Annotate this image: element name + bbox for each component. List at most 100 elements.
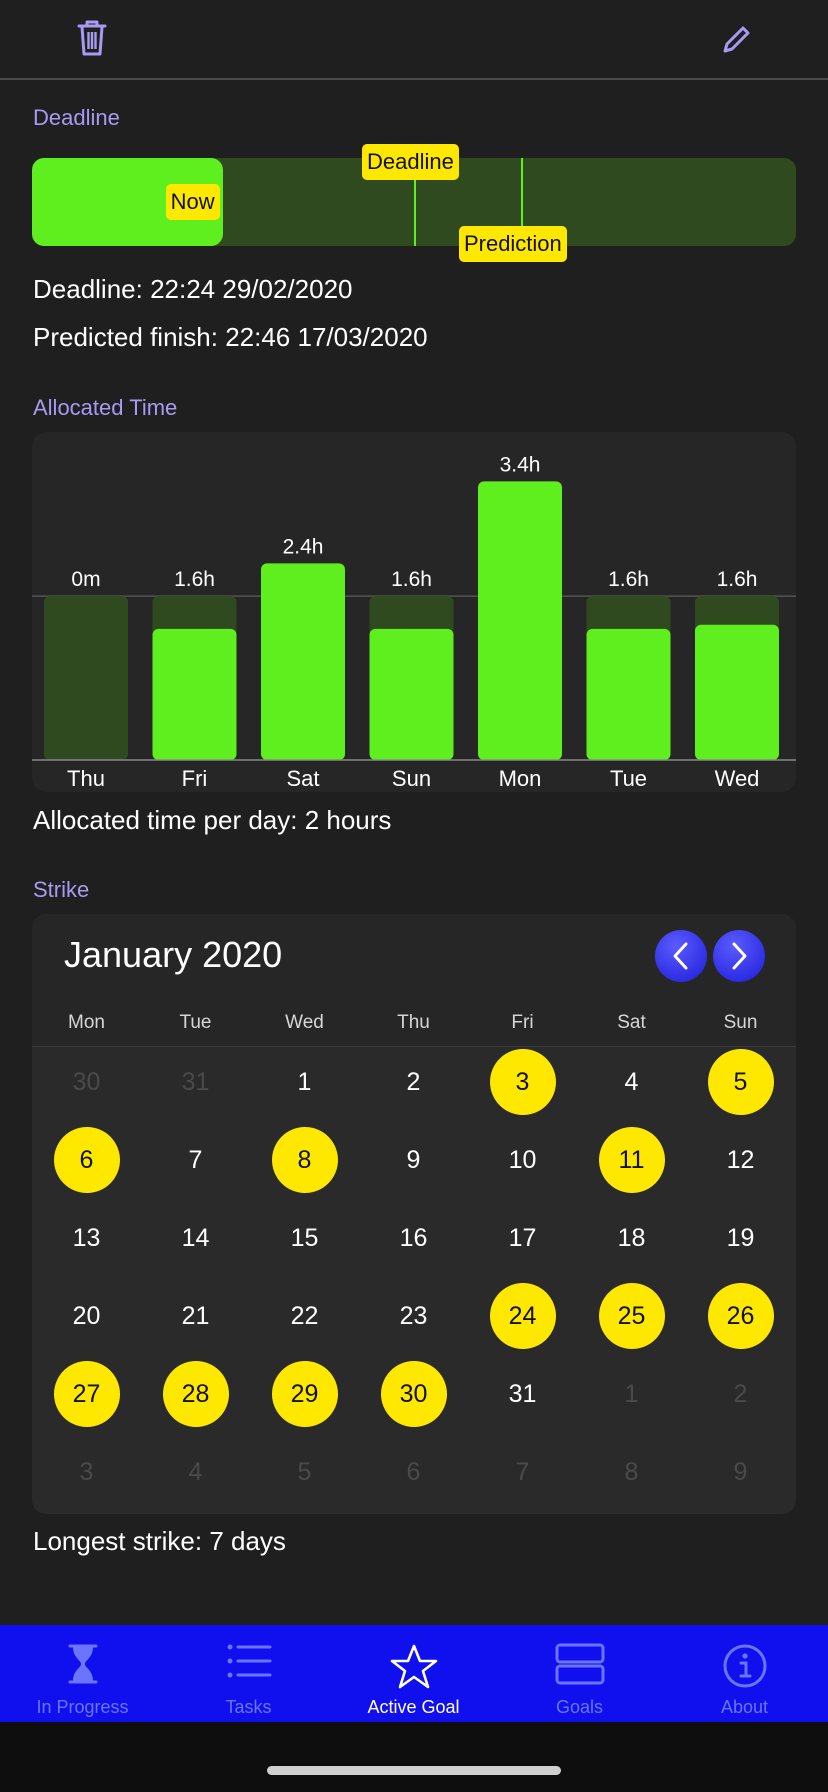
calendar-day[interactable]: 30: [54, 1049, 120, 1115]
tab-in-progress[interactable]: In Progress: [0, 1625, 165, 1722]
calendar-day-strike[interactable]: 29: [271, 1361, 338, 1427]
tab-active-goal[interactable]: Active Goal: [331, 1625, 496, 1722]
longest-strike-text: Longest strike: 7 days: [33, 1526, 286, 1556]
bar: [152, 628, 237, 760]
calendar-day-strike[interactable]: 26: [707, 1283, 774, 1349]
star-icon: [390, 1644, 437, 1689]
bar-value-label: 2.4h: [283, 535, 324, 558]
bar: [586, 628, 671, 760]
calendar-day-strike[interactable]: 11: [598, 1127, 665, 1193]
tab-label: Goals: [555, 1697, 604, 1717]
calendar-day[interactable]: 18: [599, 1205, 665, 1271]
tab-label: In Progress: [36, 1697, 129, 1717]
calendar-day-strike[interactable]: 5: [707, 1049, 774, 1115]
bar: [261, 563, 345, 760]
bar-value-label: 3.4h: [500, 453, 541, 476]
calendar-day[interactable]: 13: [54, 1205, 120, 1271]
calendar-day[interactable]: 8: [599, 1439, 665, 1505]
deadline-section-title: Deadline: [33, 105, 120, 130]
calendar-day[interactable]: 9: [708, 1439, 774, 1505]
calendar-day[interactable]: 21: [163, 1283, 229, 1349]
calendar-day[interactable]: 1: [272, 1049, 338, 1115]
next-month-button[interactable]: [713, 930, 765, 982]
calendar-day[interactable]: 20: [54, 1283, 120, 1349]
deadline-tag: Deadline: [362, 144, 459, 180]
bar-value-label: 1.6h: [717, 568, 758, 591]
bar-value-label: 1.6h: [174, 568, 215, 591]
strike-section-title: Strike: [33, 877, 90, 902]
calendar-day-strike[interactable]: 24: [489, 1283, 556, 1349]
calendar-day[interactable]: 1: [599, 1361, 665, 1427]
previous-month-button[interactable]: [655, 930, 707, 982]
calendar-day-strike[interactable]: 8: [271, 1127, 338, 1193]
bar-category-label: Thu: [67, 766, 105, 791]
pencil-icon: [723, 26, 750, 53]
calendar-day-strike[interactable]: 28: [162, 1361, 229, 1427]
predicted-finish-text: Predicted finish: 22:46 17/03/2020: [33, 322, 428, 352]
bottom-safe-area: [0, 1722, 828, 1792]
weekday-label: Mon: [68, 1012, 105, 1033]
calendar-day-strike[interactable]: 3: [489, 1049, 556, 1115]
top-bar: [0, 0, 828, 80]
calendar-day-strike[interactable]: 30: [380, 1361, 447, 1427]
bar-chart-svg: 0m Thu 1.6h Fri 2.4h Sat 1.6h Sun 3.4h Mon 1.6h Tue…: [32, 453, 796, 791]
calendar-day-strike[interactable]: 6: [53, 1127, 120, 1193]
weekday-label: Sun: [723, 1012, 758, 1033]
tab-goals[interactable]: Goals: [497, 1625, 662, 1722]
calendar-day[interactable]: 7: [163, 1127, 229, 1193]
calendar-day[interactable]: 7: [490, 1439, 556, 1505]
calendar-day[interactable]: 3: [54, 1439, 120, 1505]
calendar-day[interactable]: 31: [490, 1361, 556, 1427]
calendar-day[interactable]: 4: [599, 1049, 665, 1115]
bar-target-background: [44, 596, 128, 760]
bar-category-label: Fri: [182, 766, 208, 791]
weekday-label: Wed: [285, 1012, 324, 1033]
bar-category-label: Mon: [499, 766, 542, 791]
calendar-day[interactable]: 17: [490, 1205, 556, 1271]
calendar-month-label: January 2020: [64, 934, 283, 975]
bar-value-label: 1.6h: [391, 568, 432, 591]
weekday-label: Sat: [617, 1012, 646, 1033]
tab-label: Active Goal: [367, 1697, 460, 1717]
list-icon: [227, 1644, 271, 1678]
bar: [695, 624, 779, 760]
stack-icon: [555, 1643, 604, 1685]
allocated-summary: Allocated time per day: 2 hours: [33, 805, 392, 835]
weekday-label: Tue: [179, 1012, 212, 1033]
tab-tasks[interactable]: Tasks: [166, 1625, 331, 1722]
delete-button[interactable]: [72, 16, 112, 60]
calendar-day-strike[interactable]: 27: [53, 1361, 120, 1427]
bar-value-label: 1.6h: [608, 568, 649, 591]
bar-value-label: 0m: [71, 568, 100, 591]
tab-label: About: [720, 1697, 769, 1717]
calendar-day[interactable]: 9: [381, 1127, 447, 1193]
hourglass-icon: [68, 1644, 97, 1684]
calendar-day[interactable]: 19: [708, 1205, 774, 1271]
calendar-day[interactable]: 2: [708, 1361, 774, 1427]
calendar-header: January 2020: [32, 914, 796, 1000]
calendar-day[interactable]: 23: [381, 1283, 447, 1349]
calendar-day[interactable]: 16: [381, 1205, 447, 1271]
bar-category-label: Sun: [392, 766, 431, 791]
calendar-day[interactable]: 14: [163, 1205, 229, 1271]
edit-button[interactable]: [716, 20, 756, 60]
calendar-day[interactable]: 15: [272, 1205, 338, 1271]
tab-about[interactable]: About: [662, 1625, 827, 1722]
tab-bar: In Progress Tasks Active Goal Goals Abou…: [0, 1625, 828, 1722]
allocated-time-chart: 0m Thu 1.6h Fri 2.4h Sat 1.6h Sun 3.4h Mon 1.6h Tue…: [32, 432, 796, 792]
bar-category-label: Sat: [286, 766, 319, 791]
calendar-day[interactable]: 10: [490, 1127, 556, 1193]
calendar-day[interactable]: 31: [163, 1049, 229, 1115]
calendar-day[interactable]: 12: [708, 1127, 774, 1193]
calendar-day[interactable]: 6: [381, 1439, 447, 1505]
allocated-section-title: Allocated Time: [33, 395, 178, 420]
calendar-day[interactable]: 22: [272, 1283, 338, 1349]
calendar-day[interactable]: 2: [381, 1049, 447, 1115]
bar: [369, 628, 454, 760]
calendar-day[interactable]: 4: [163, 1439, 229, 1505]
home-indicator[interactable]: [267, 1766, 561, 1775]
calendar-day[interactable]: 5: [272, 1439, 338, 1505]
weekday-label: Thu: [397, 1012, 430, 1033]
calendar-day-strike[interactable]: 25: [598, 1283, 665, 1349]
tab-label: Tasks: [225, 1697, 272, 1717]
